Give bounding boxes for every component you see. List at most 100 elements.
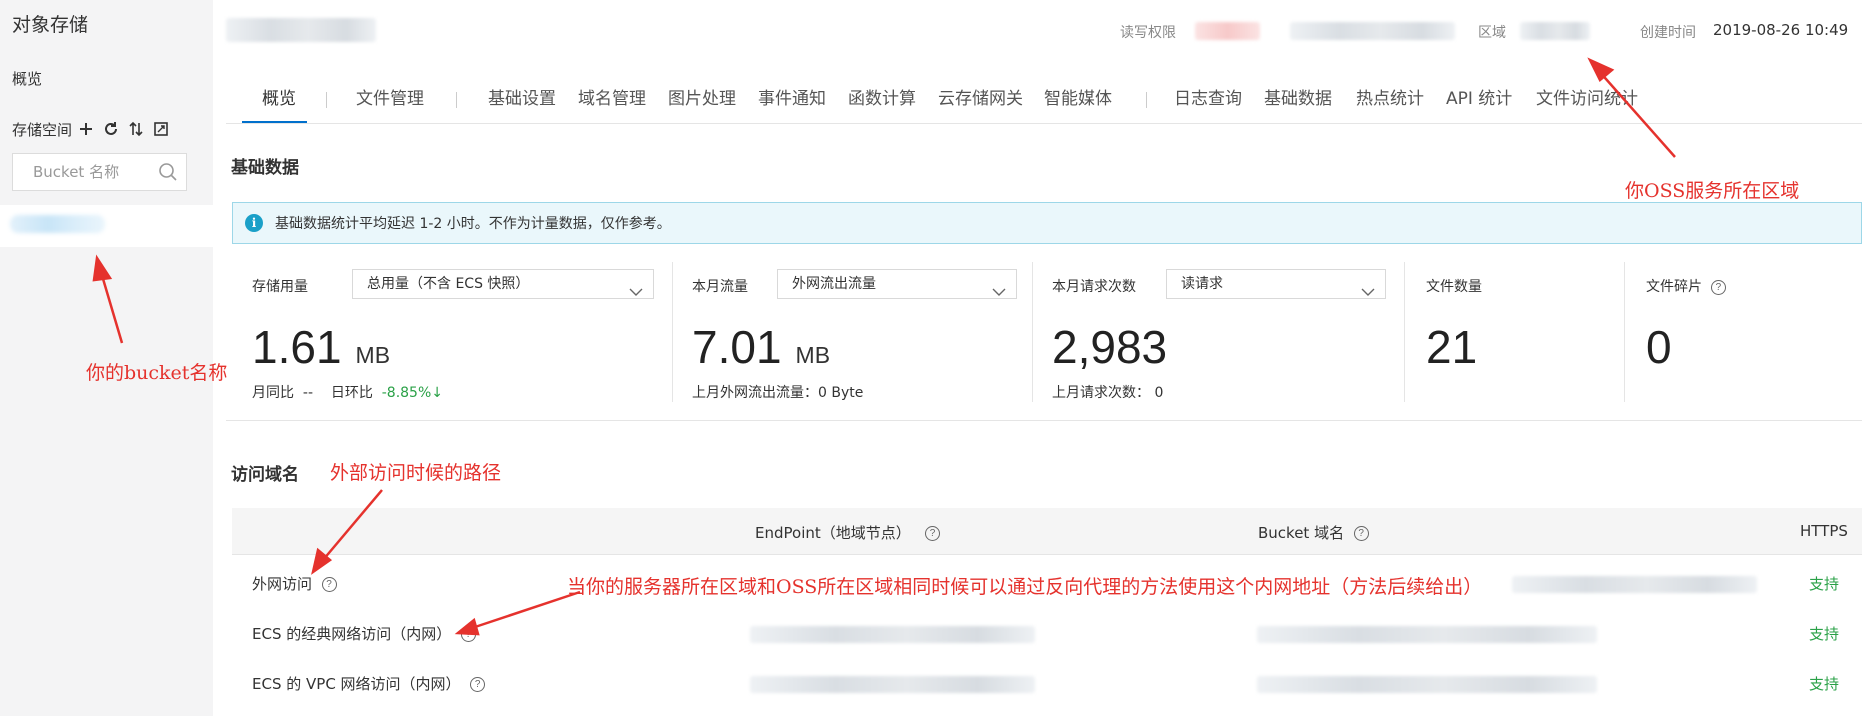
tab-cloud-storage-gateway[interactable]: 云存储网关 [938, 84, 1023, 109]
card-sub: 上月请求次数： 0 [1052, 385, 1164, 401]
https-support[interactable]: 支持 [1809, 623, 1839, 644]
endpoint-redacted [750, 626, 1035, 643]
card-value: 0 [1646, 321, 1672, 373]
metric-card-requests: 本月请求次数 读请求 2,983 上月请求次数： 0 [1032, 262, 1404, 402]
tab-divider [226, 123, 1862, 124]
https-support[interactable]: 支持 [1809, 673, 1839, 694]
permission-value-redacted [1195, 22, 1260, 40]
search-icon[interactable] [158, 162, 178, 186]
refresh-icon[interactable] [100, 118, 122, 140]
arrowhead [1587, 57, 1615, 82]
help-icon[interactable]: ? [1710, 279, 1726, 295]
help-icon[interactable]: ? [925, 526, 941, 541]
annotation-external: 外部访问时候的路径 [330, 462, 502, 484]
tab-domain-management[interactable]: 域名管理 [578, 84, 646, 109]
traffic-type-select[interactable]: 外网流出流量 [777, 269, 1017, 299]
info-icon: i [245, 214, 263, 232]
card-value: 7.01 MB [692, 321, 831, 373]
sidebar-item-overview[interactable]: 概览 [12, 68, 42, 89]
region-label: 区域 [1478, 25, 1506, 41]
card-value: 2,983 [1052, 321, 1168, 373]
chevron-down-icon [1361, 279, 1375, 307]
bucket-name-redacted [10, 215, 105, 233]
column-header-https: HTTPS [1800, 522, 1848, 540]
tab-intelligent-media[interactable]: 智能媒体 [1044, 84, 1112, 109]
metric-card-storage: 存储用量 总用量（不含 ECS 快照） 1.61 MB 月同比 -- 日环比 -8… [232, 262, 672, 402]
card-label: 存储用量 [252, 279, 308, 295]
select-value: 外网流出流量 [792, 276, 876, 292]
tab-bar: 概览 文件管理 基础设置 域名管理 图片处理 事件通知 函数计算 云存储网关 智… [226, 84, 1726, 124]
help-icon[interactable]: ? [1353, 526, 1369, 541]
domain-redacted [1257, 626, 1597, 643]
info-banner-text: 基础数据统计平均延迟 1-2 小时。不作为计量数据，仅作参考。 [275, 216, 671, 232]
row-name: ECS 的经典网络访问（内网） ? [252, 623, 476, 644]
table-row: ECS 的 VPC 网络访问（内网） ? 支持 [232, 658, 1862, 708]
card-label: 文件数量 [1426, 279, 1482, 295]
card-label: 文件碎片 ? [1646, 276, 1726, 296]
card-value: 1.61 MB [252, 321, 391, 373]
tab-image-processing[interactable]: 图片处理 [668, 84, 736, 109]
oss-console: 对象存储 概览 存储空间 读写权限 [0, 0, 1862, 716]
tab-separator [456, 92, 457, 108]
sort-icon[interactable] [125, 118, 147, 140]
sidebar-bucket-item[interactable] [0, 205, 213, 247]
tab-event-notification[interactable]: 事件通知 [758, 84, 826, 109]
https-support[interactable]: 支持 [1809, 573, 1839, 594]
card-label: 本月请求次数 [1052, 279, 1136, 295]
help-icon[interactable]: ? [460, 627, 476, 642]
row-name: 外网访问 ? [252, 573, 337, 594]
basic-data-title: 基础数据 [231, 158, 299, 178]
select-value: 读请求 [1181, 276, 1223, 292]
tab-separator [326, 92, 327, 108]
permission-extra-redacted [1290, 22, 1455, 40]
chevron-down-icon [992, 279, 1006, 307]
bucket-search-input[interactable] [13, 163, 153, 181]
metric-card-file-count: 文件数量 21 [1404, 262, 1624, 402]
tab-api-stats[interactable]: API 统计 [1446, 84, 1512, 109]
chevron-down-icon [629, 279, 643, 307]
table-row: ECS 的经典网络访问（内网） ? 支持 [232, 608, 1862, 658]
metric-card-traffic: 本月流量 外网流出流量 7.01 MB 上月外网流出流量：0 Byte [672, 262, 1032, 402]
help-icon[interactable]: ? [470, 677, 486, 692]
select-value: 总用量（不含 ECS 快照） [367, 276, 530, 292]
tab-separator [1146, 92, 1147, 108]
annotation-intranet: 当你的服务器所在区域和OSS所在区域相同时候可以通过反向代理的方法使用这个内网地… [567, 576, 1483, 598]
access-domain-title: 访问域名 [231, 465, 299, 485]
card-sub: 月同比 -- 日环比 -8.85%↓ [252, 385, 443, 401]
tab-overview[interactable]: 概览 [262, 84, 296, 109]
storage-space-header: 存储空间 [12, 118, 197, 140]
annotation-region: 你OSS服务所在区域 [1625, 180, 1800, 202]
card-value: 21 [1426, 321, 1478, 373]
expand-icon[interactable] [150, 118, 172, 140]
annotation-bucket: 你的bucket名称 [86, 362, 228, 384]
card-unit: MB [355, 342, 391, 368]
column-header-endpoint: EndPoint（地域节点） ? [755, 522, 941, 543]
dod-change: -8.85%↓ [381, 385, 443, 401]
sidebar-title: 对象存储 [12, 14, 89, 36]
tab-hotspot-stats[interactable]: 热点统计 [1356, 84, 1424, 109]
plus-icon[interactable] [75, 118, 97, 140]
tab-file-access-stats[interactable]: 文件访问统计 [1536, 84, 1638, 109]
created-label: 创建时间 [1640, 25, 1696, 41]
endpoint-redacted [750, 676, 1035, 693]
metric-card-fragments: 文件碎片 ? 0 [1624, 262, 1862, 402]
tab-log-query[interactable]: 日志查询 [1174, 84, 1242, 109]
column-header-bucket-domain: Bucket 域名 ? [1258, 522, 1369, 543]
tab-basic-settings[interactable]: 基础设置 [488, 84, 556, 109]
tab-basic-data[interactable]: 基础数据 [1264, 84, 1332, 109]
card-label: 本月流量 [692, 279, 748, 295]
tab-function-compute[interactable]: 函数计算 [848, 84, 916, 109]
domain-redacted [1257, 676, 1597, 693]
created-value: 2019-08-26 10:49 [1713, 21, 1849, 39]
request-type-select[interactable]: 读请求 [1166, 269, 1386, 299]
tab-file-management[interactable]: 文件管理 [356, 84, 424, 109]
domain-redacted [1512, 576, 1757, 593]
bucket-title-redacted [226, 18, 376, 42]
help-icon[interactable]: ? [321, 577, 337, 592]
row-name: ECS 的 VPC 网络访问（内网） ? [252, 673, 486, 694]
card-sub: 上月外网流出流量：0 Byte [692, 385, 864, 401]
bucket-search [12, 153, 187, 191]
info-banner: i 基础数据统计平均延迟 1-2 小时。不作为计量数据，仅作参考。 [232, 202, 1862, 244]
section-divider [226, 420, 1862, 421]
storage-type-select[interactable]: 总用量（不含 ECS 快照） [352, 269, 654, 299]
